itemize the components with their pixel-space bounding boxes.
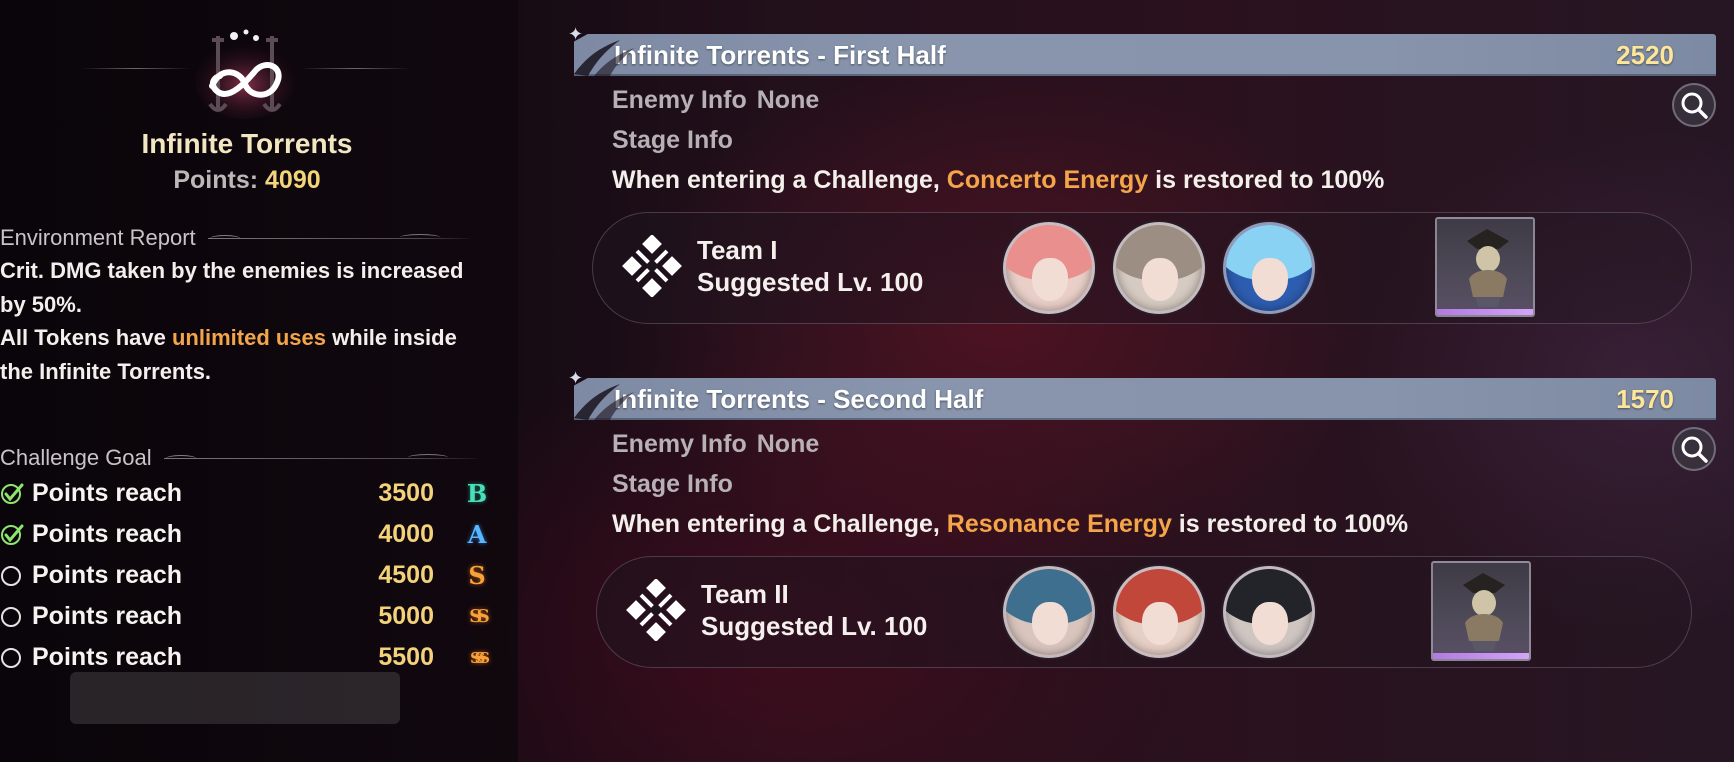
- goal-label: Points reach: [32, 643, 183, 671]
- team-name: Team I: [697, 235, 778, 265]
- team-name: Team II: [701, 579, 789, 609]
- team-level: Suggested Lv. 100: [697, 267, 924, 297]
- goal-label: Points reach: [32, 602, 183, 630]
- character-portrait[interactable]: [1113, 566, 1205, 658]
- emblem-divider-right: [300, 68, 410, 69]
- stage-description-highlight: Concerto Energy: [946, 166, 1149, 194]
- tower-points: Points: 4090: [0, 166, 494, 195]
- portrait-face: [1251, 257, 1288, 301]
- grade-ss-icon: SS: [469, 606, 490, 627]
- emblem-divider-left: [80, 68, 190, 69]
- grade-b-icon: B: [466, 479, 488, 508]
- environment-heading: Environment Report: [0, 225, 470, 251]
- challenge-goal-list: Points reach 3500 B Points reach 4000 A …: [0, 473, 500, 678]
- goal-row: Points reach 5000 SS: [0, 596, 500, 637]
- team-formation-icon: [622, 235, 682, 297]
- enemy-info: Enemy Info None: [612, 430, 819, 459]
- environment-line-2: All Tokens have unlimited uses while ins…: [0, 321, 490, 388]
- environment-text: Crit. DMG taken by the enemies is increa…: [0, 254, 490, 388]
- portrait-face: [1031, 257, 1068, 301]
- stage-score: 2520: [1616, 39, 1674, 70]
- points-value: 4090: [265, 166, 321, 194]
- tower-emblem-icon: [195, 29, 295, 119]
- search-icon: [1681, 436, 1708, 463]
- echo-rarity-bar: [1437, 309, 1533, 315]
- stage-description-highlight: Resonance Energy: [946, 510, 1172, 538]
- stage-description: When entering a Challenge, Resonance Ene…: [612, 510, 1408, 539]
- grade-a-icon: A: [467, 520, 487, 549]
- stage-description-post: is restored to 100%: [1171, 510, 1409, 538]
- echo-bust-icon[interactable]: [1431, 561, 1531, 661]
- stage-score: 1570: [1616, 383, 1674, 414]
- stage-description: When entering a Challenge, Concerto Ener…: [612, 166, 1384, 195]
- stage-info-label: Stage Info: [612, 126, 733, 154]
- goal-points: 4000: [378, 520, 434, 548]
- stage-banner: Infinite Torrents - First Half 2520: [574, 34, 1716, 76]
- character-portrait[interactable]: [1113, 222, 1205, 314]
- heading-divider: [207, 233, 470, 239]
- portrait-face: [1141, 601, 1178, 645]
- stage-description-pre: When entering a Challenge,: [612, 510, 947, 538]
- portrait-face: [1141, 257, 1178, 301]
- portrait-face: [1031, 601, 1068, 645]
- goal-points: 5500: [378, 643, 434, 671]
- echo-bust-icon[interactable]: [1435, 217, 1535, 317]
- team-slot[interactable]: Team I Suggested Lv. 100: [592, 212, 1692, 324]
- character-portrait[interactable]: [1223, 222, 1315, 314]
- goal-row: Points reach 4500 S: [0, 555, 500, 596]
- goal-label: Points reach: [32, 520, 183, 548]
- stage-info-label: Stage Info: [612, 470, 733, 498]
- search-button[interactable]: [1672, 83, 1716, 127]
- check-icon: [0, 523, 24, 547]
- challenge-heading-label: Challenge Goal: [0, 445, 152, 470]
- stage-description-post: is restored to 100%: [1148, 166, 1385, 194]
- empty-circle-icon: [0, 564, 24, 588]
- empty-circle-icon: [0, 605, 24, 629]
- echo-rarity-bar: [1433, 653, 1529, 659]
- stage-banner: Infinite Torrents - Second Half 1570: [574, 378, 1716, 420]
- goal-points: 4500: [378, 561, 434, 589]
- empty-circle-icon: [0, 646, 24, 670]
- enemy-info-label: Enemy Info: [612, 430, 747, 458]
- team-level: Suggested Lv. 100: [701, 611, 928, 641]
- stage-title: Infinite Torrents - First Half: [614, 39, 946, 70]
- grade-sss-icon: SSS: [470, 648, 490, 667]
- tower-title: Infinite Torrents: [141, 128, 353, 159]
- enemy-info: Enemy Info None: [612, 86, 819, 115]
- enemy-info-label: Enemy Info: [612, 86, 747, 114]
- enemy-info-value: None: [756, 86, 820, 114]
- enemy-info-value: None: [756, 430, 820, 458]
- portrait-face: [1251, 601, 1288, 645]
- search-icon: [1681, 92, 1708, 119]
- stage-first-half: ✦ Infinite Torrents - First Half 2520 En…: [568, 24, 1716, 334]
- team-slot[interactable]: Team II Suggested Lv. 100: [596, 556, 1692, 668]
- left-panel: Infinite Torrents Points: 4090 Environme…: [0, 0, 518, 762]
- stage-title: Infinite Torrents - Second Half: [614, 383, 984, 414]
- challenge-heading: Challenge Goal: [0, 445, 478, 471]
- points-label: Points:: [173, 166, 259, 194]
- goal-points: 3500: [378, 479, 434, 507]
- stage-second-half: ✦ Infinite Torrents - Second Half 1570 E…: [568, 368, 1716, 678]
- search-button[interactable]: [1672, 427, 1716, 471]
- echo-figure: [1463, 573, 1505, 651]
- heading-divider: [163, 453, 478, 459]
- check-icon: [0, 482, 24, 506]
- grade-s-icon: S: [468, 561, 486, 590]
- goal-label: Points reach: [32, 561, 183, 589]
- background-ghost-row: [70, 672, 400, 724]
- environment-line-1: Crit. DMG taken by the enemies is increa…: [0, 258, 464, 317]
- echo-figure: [1467, 229, 1509, 307]
- goal-row: Points reach 3500 B: [0, 473, 500, 514]
- stage-description-pre: When entering a Challenge,: [612, 166, 947, 194]
- team-formation-icon: [626, 579, 686, 641]
- character-portrait[interactable]: [1003, 566, 1095, 658]
- environment-highlight: unlimited uses: [171, 325, 327, 350]
- goal-label: Points reach: [32, 479, 183, 507]
- goal-points: 5000: [378, 602, 434, 630]
- character-portrait[interactable]: [1223, 566, 1315, 658]
- goal-row: Points reach 4000 A: [0, 514, 500, 555]
- environment-line-2-pre: All Tokens have: [0, 325, 172, 350]
- character-portrait[interactable]: [1003, 222, 1095, 314]
- environment-heading-label: Environment Report: [0, 225, 196, 250]
